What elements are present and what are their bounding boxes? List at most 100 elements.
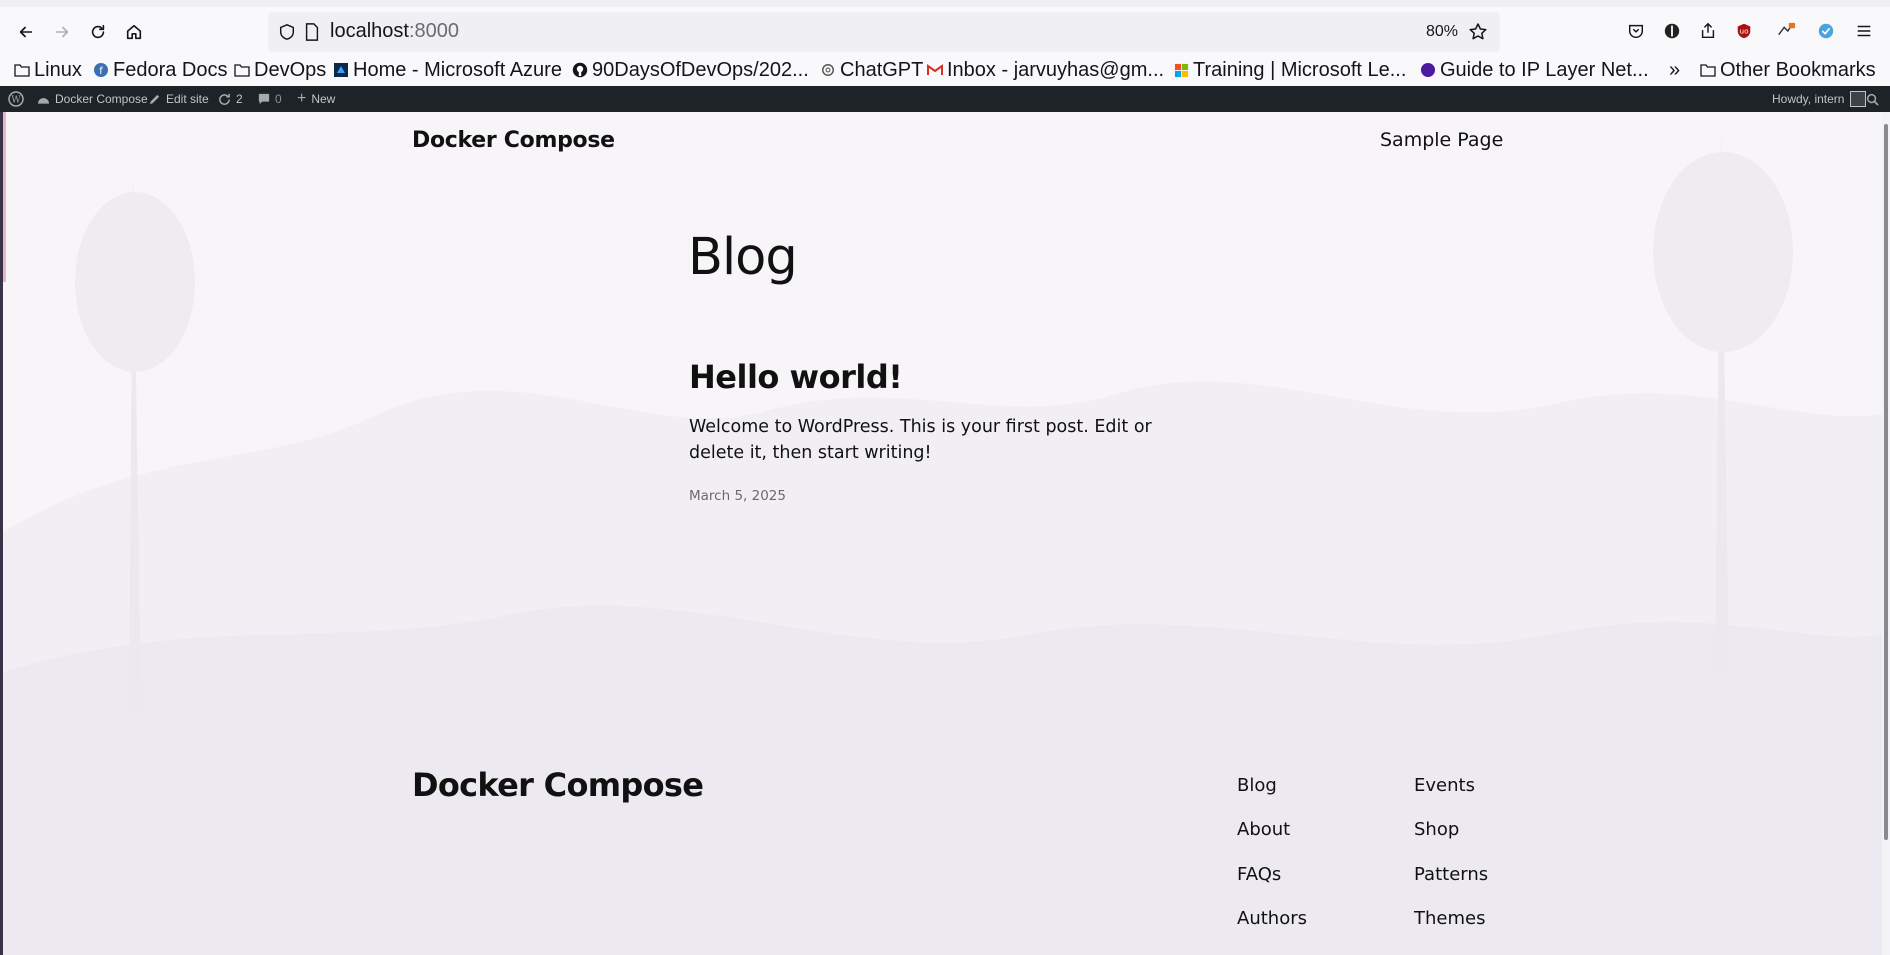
- share-icon[interactable]: [1698, 21, 1718, 41]
- url-text[interactable]: localhost:8000: [330, 20, 459, 43]
- wordpress-logo-button[interactable]: W: [8, 86, 24, 112]
- bookmark-label: 90DaysOfDevOps/202...: [592, 58, 809, 81]
- admin-updates-count: 2: [236, 92, 243, 106]
- shield-icon[interactable]: [278, 23, 296, 41]
- url-bar[interactable]: localhost:8000 80%: [268, 12, 1500, 52]
- nav-sample-page[interactable]: Sample Page: [1380, 129, 1503, 151]
- pocket-icon[interactable]: [1626, 21, 1646, 41]
- back-button[interactable]: [11, 17, 41, 47]
- footer-link-authors[interactable]: Authors: [1237, 908, 1307, 929]
- scrollbar-thumb[interactable]: [1884, 124, 1888, 840]
- menu-icon[interactable]: [1854, 21, 1874, 41]
- bookmark-azure[interactable]: Home - Microsoft Azure: [333, 54, 562, 86]
- admin-comments-count: 0: [275, 92, 282, 106]
- bookmark-gmail-inbox[interactable]: Inbox - jarvuyhas@gm...: [927, 54, 1164, 86]
- footer-link-themes[interactable]: Themes: [1414, 908, 1485, 929]
- gmail-icon: [927, 62, 943, 78]
- admin-edit-site-label: Edit site: [166, 92, 209, 106]
- chevrons-right-icon: »: [1669, 58, 1681, 81]
- url-port: :8000: [408, 20, 459, 42]
- bookmark-label: Other Bookmarks: [1720, 58, 1876, 81]
- admin-site-name[interactable]: Docker Compose: [37, 86, 148, 112]
- folder-icon: [1700, 62, 1716, 78]
- bookmark-label: Training | Microsoft Le...: [1193, 58, 1407, 81]
- home-button[interactable]: [119, 17, 149, 47]
- bookmark-fedora-docs[interactable]: f Fedora Docs: [93, 54, 228, 86]
- bookmark-90daysofdevops[interactable]: 90DaysOfDevOps/202...: [572, 54, 809, 86]
- admin-new-label: New: [311, 92, 336, 106]
- admin-comments[interactable]: 0: [258, 86, 282, 112]
- bookmark-label: Fedora Docs: [113, 58, 228, 81]
- svg-text:W: W: [11, 96, 21, 106]
- avatar: [1850, 91, 1867, 107]
- wordpress-icon: W: [8, 91, 24, 107]
- bookmark-label: DevOps: [254, 58, 327, 81]
- footer-link-events[interactable]: Events: [1414, 775, 1475, 796]
- github-icon: [572, 62, 588, 78]
- admin-edit-site[interactable]: Edit site: [148, 86, 209, 112]
- bookmark-other-bookmarks[interactable]: Other Bookmarks: [1700, 54, 1876, 86]
- microsoft-icon: [1173, 62, 1189, 78]
- bookmark-label: Linux: [34, 58, 82, 81]
- globe-icon: [1420, 62, 1436, 78]
- zoom-indicator[interactable]: 80%: [1416, 18, 1468, 46]
- page-viewport: Docker Compose Sample Page Blog Hello wo…: [0, 112, 1890, 955]
- bookmark-label: Guide to IP Layer Net...: [1440, 58, 1649, 81]
- admin-search-button[interactable]: [1866, 86, 1879, 112]
- extension-notify-icon[interactable]: [1776, 21, 1796, 41]
- post-excerpt: Welcome to WordPress. This is your first…: [689, 417, 1152, 463]
- search-icon: [1866, 93, 1879, 106]
- footer-link-patterns[interactable]: Patterns: [1414, 864, 1488, 885]
- footer-link-about[interactable]: About: [1237, 819, 1290, 840]
- admin-new[interactable]: + New: [297, 86, 335, 112]
- page-title: Blog: [688, 228, 798, 287]
- bitwarden-like-icon[interactable]: [1816, 21, 1836, 41]
- bookmark-chatgpt[interactable]: ChatGPT: [820, 54, 923, 86]
- admin-account[interactable]: Howdy, intern: [1772, 86, 1867, 112]
- star-icon[interactable]: [1468, 22, 1488, 42]
- forward-button[interactable]: [47, 17, 77, 47]
- bookmark-microsoft-learn[interactable]: Training | Microsoft Le...: [1173, 54, 1406, 86]
- back-icon: [19, 26, 33, 38]
- browser-toolbar: localhost:8000 80% uo: [0, 0, 1890, 54]
- forward-icon: [55, 26, 69, 38]
- reload-button[interactable]: [83, 17, 113, 47]
- bookmark-label: Inbox - jarvuyhas@gm...: [947, 58, 1165, 81]
- page-icon[interactable]: [304, 23, 320, 41]
- updates-icon: [218, 93, 231, 106]
- footer-site-title[interactable]: Docker Compose: [412, 766, 704, 804]
- folder-icon: [14, 62, 30, 78]
- comment-icon: [258, 93, 270, 105]
- bookmark-label: ChatGPT: [840, 58, 924, 81]
- azure-icon: [333, 62, 349, 78]
- reload-icon: [91, 24, 105, 39]
- ublock-icon[interactable]: uo: [1734, 21, 1754, 41]
- footer-link-blog[interactable]: Blog: [1237, 775, 1277, 796]
- wp-admin-bar: W Docker Compose Edit site 2 0 + New How…: [0, 86, 1890, 112]
- footer-link-faqs[interactable]: FAQs: [1237, 864, 1281, 885]
- admin-updates[interactable]: 2: [218, 86, 243, 112]
- post-title[interactable]: Hello world!: [689, 358, 903, 396]
- bookmarks-bar: Linux f Fedora Docs DevOps Home - Micros…: [0, 54, 1890, 86]
- url-host: localhost: [330, 20, 409, 42]
- home-icon: [126, 24, 142, 40]
- folder-icon: [234, 62, 250, 78]
- pencil-icon: [148, 93, 161, 106]
- admin-howdy-label: Howdy, intern: [1772, 92, 1845, 106]
- svg-text:uo: uo: [1740, 27, 1749, 36]
- admin-site-name-label: Docker Compose: [55, 92, 148, 106]
- site-title[interactable]: Docker Compose: [412, 128, 615, 153]
- bookmark-devops[interactable]: DevOps: [234, 54, 326, 86]
- footer-link-shop[interactable]: Shop: [1414, 819, 1459, 840]
- bookmark-ip-layer-guide[interactable]: Guide to IP Layer Net...: [1420, 54, 1649, 86]
- background-landscape: [3, 112, 1890, 955]
- bookmarks-overflow-button[interactable]: »: [1669, 54, 1680, 86]
- fedora-icon: f: [93, 62, 109, 78]
- post-date[interactable]: March 5, 2025: [689, 488, 786, 504]
- bookmark-label: Home - Microsoft Azure: [353, 58, 562, 81]
- dashboard-icon: [37, 93, 50, 105]
- bookmark-linux[interactable]: Linux: [14, 54, 82, 86]
- extension-dark-icon[interactable]: [1662, 21, 1682, 41]
- svg-text:f: f: [99, 66, 103, 77]
- plus-icon: +: [297, 90, 307, 107]
